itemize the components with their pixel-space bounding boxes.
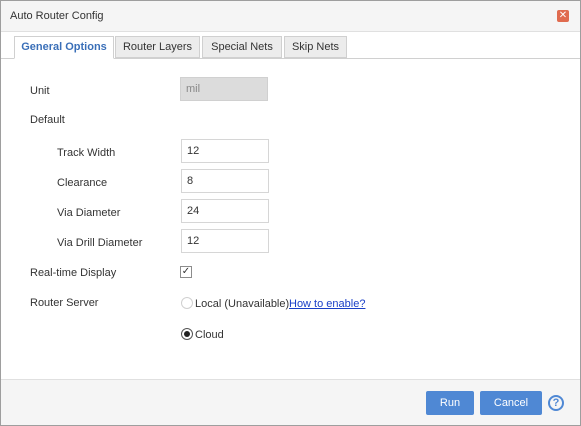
clearance-label: Clearance [57,177,108,189]
tab-router-layers[interactable]: Router Layers [115,36,200,58]
close-icon[interactable]: ✕ [557,10,569,22]
cloud-radio[interactable] [181,328,193,340]
unit-field [180,77,268,101]
local-option-label: Local (Unavailable) [195,298,290,310]
clearance-input[interactable] [181,169,269,193]
track-width-input[interactable] [181,139,269,163]
tab-general-options[interactable]: General Options [14,36,114,59]
how-to-enable-link[interactable]: How to enable? [289,298,365,310]
via-diameter-label: Via Diameter [57,207,121,219]
realtime-display-label: Real-time Display [30,267,117,279]
via-drill-diameter-input[interactable] [181,229,269,253]
run-button[interactable]: Run [426,391,474,415]
unit-label: Unit [30,85,50,97]
auto-router-config-dialog: Auto Router Config ✕ General Options Rou… [0,0,581,426]
default-label: Default [30,114,65,126]
cancel-button[interactable]: Cancel [480,391,542,415]
realtime-display-checkbox[interactable]: ✓ [180,266,192,278]
track-width-label: Track Width [57,147,116,159]
dialog-title: Auto Router Config [10,10,104,22]
tab-skip-nets[interactable]: Skip Nets [284,36,347,58]
local-radio[interactable] [181,297,193,309]
tab-special-nets[interactable]: Special Nets [202,36,282,58]
via-drill-diameter-label: Via Drill Diameter [57,237,143,249]
title-bar: Auto Router Config ✕ [1,1,580,32]
via-diameter-input[interactable] [181,199,269,223]
help-icon[interactable]: ? [548,395,564,411]
router-server-label: Router Server [30,297,99,309]
cloud-option-label: Cloud [195,329,224,341]
